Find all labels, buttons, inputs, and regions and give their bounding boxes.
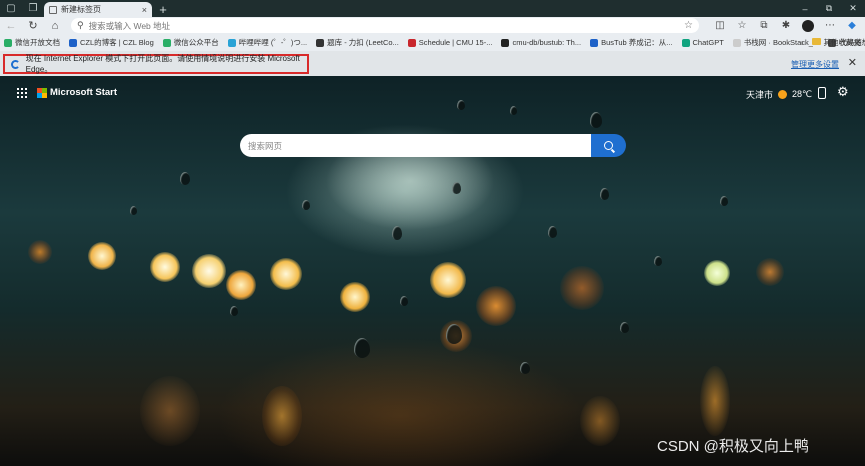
favorites-icon[interactable]: ☆ [731, 17, 753, 34]
toolbar-right-tools: ◫ ☆ ⧉ ✱ ⋯ ◆ [709, 17, 863, 34]
bookmark-item[interactable]: 哔哩哔哩 (゜-゜)つ... [227, 34, 307, 51]
settings-gear-icon[interactable]: ⚙ [837, 84, 849, 100]
browser-toolbar: ← ↻ ⌂ ⚲ 搜索或输入 Web 地址 ☆ ◫ ☆ ⧉ ✱ ⋯ ◆ [0, 17, 865, 34]
more-menu-icon[interactable]: ⋯ [819, 17, 841, 34]
search-icon: ⚲ [77, 20, 84, 30]
bookmark-item[interactable]: 题库 - 力扣 (LeetCo... [316, 34, 399, 51]
temperature-label: 28℃ [792, 89, 813, 99]
ie-mode-message-box: 现在 Internet Explorer 模式下打开此页面。请使用情境说明进行安… [3, 54, 309, 74]
search-icon [604, 141, 613, 150]
microsoft-logo-icon [37, 88, 47, 98]
profile-avatar[interactable] [802, 19, 814, 32]
bookmark-item[interactable]: BusTub 养成记：从... [590, 34, 673, 51]
home-button[interactable]: ⌂ [44, 17, 66, 34]
watermark: CSDN @积极又向上鸭 [657, 438, 809, 455]
tab-close-icon[interactable]: × [142, 5, 147, 15]
bookmark-favicon-icon [316, 38, 325, 47]
weather-widget[interactable]: 天津市 28℃ [746, 88, 812, 101]
bookmark-item[interactable]: ChatGPT [681, 34, 724, 51]
web-search-box: 搜索网页 [240, 134, 626, 157]
tab-title: 新建标签页 [61, 5, 101, 14]
split-screen-icon[interactable]: ◫ [709, 17, 731, 34]
bookmarks-overflow-button[interactable]: › [801, 38, 804, 47]
bookmark-favicon-icon [4, 38, 12, 47]
apps-waffle-icon[interactable] [17, 88, 27, 98]
close-window-button[interactable]: ✕ [841, 0, 865, 17]
bookmark-favicon-icon [501, 38, 510, 47]
tab-actions-icon[interactable]: ❐ [22, 0, 44, 17]
bookmark-item[interactable]: CZL的博客 | CZL Blog [69, 34, 154, 51]
web-search-input[interactable]: 搜索网页 [240, 134, 591, 157]
bookmark-favicon-icon [590, 38, 599, 47]
bookmark-item[interactable]: cmu-db/bustub: Th... [501, 34, 581, 51]
folder-icon [811, 38, 821, 45]
title-bar: ▢ ❐ 新建标签页 × + – ⧉ ✕ [0, 0, 865, 17]
tab-favicon-icon [49, 5, 57, 14]
bookmark-favicon-icon [69, 38, 77, 47]
ie-mode-infobar: 现在 Internet Explorer 模式下打开此页面。请使用情境说明进行安… [0, 51, 865, 76]
manage-settings-link[interactable]: 管理更多设置 [791, 59, 839, 70]
mobile-app-icon[interactable] [818, 87, 826, 99]
start-page: Microsoft Start 天津市 28℃ ⚙ 搜索网页 CSDN @积极又… [0, 76, 865, 466]
minimize-button[interactable]: – [793, 0, 817, 17]
window-controls: – ⧉ ✕ [793, 0, 865, 17]
maximize-button[interactable]: ⧉ [817, 0, 841, 17]
internet-explorer-icon [11, 59, 20, 69]
workspaces-icon[interactable]: ▢ [0, 0, 22, 17]
favorite-star-icon[interactable]: ☆ [684, 20, 693, 31]
bookmark-favicon-icon [162, 38, 171, 47]
sunny-icon [778, 90, 788, 99]
new-tab-button[interactable]: + [154, 2, 172, 17]
bookmark-item[interactable]: 微信公众平台 [162, 34, 219, 51]
search-submit-button[interactable] [591, 134, 626, 157]
collections-icon[interactable]: ⧉ [753, 17, 775, 34]
address-bar[interactable]: ⚲ 搜索或输入 Web 地址 ☆ [71, 18, 699, 33]
city-label: 天津市 [746, 90, 774, 100]
bookmarks-right: › 其他收藏夹 [801, 34, 861, 51]
refresh-button[interactable]: ↻ [22, 17, 44, 34]
back-button[interactable]: ← [0, 17, 22, 34]
bookmark-item[interactable]: Schedule | CMU 15-... [407, 34, 492, 51]
address-input[interactable]: 搜索或输入 Web 地址 [89, 20, 679, 32]
tab-new-tab[interactable]: 新建标签页 × [44, 2, 152, 17]
bookmark-favicon-icon [681, 38, 690, 47]
other-favorites-folder[interactable]: 其他收藏夹 [811, 37, 861, 48]
start-top-nav: Microsoft Start 天津市 28℃ ⚙ [0, 76, 865, 110]
bookmarks-bar: 微信开放文档 CZL的博客 | CZL Blog 微信公众平台 哔哩哔哩 (゜-… [0, 34, 865, 51]
bookmark-favicon-icon [227, 38, 236, 47]
brand-title[interactable]: Microsoft Start [50, 87, 117, 98]
extensions-icon[interactable]: ✱ [775, 17, 797, 34]
infobar-close-button[interactable]: ✕ [848, 56, 857, 69]
copilot-icon[interactable]: ◆ [841, 17, 863, 34]
bookmark-item[interactable]: 微信开放文档 [4, 34, 60, 51]
infobar-message: 现在 Internet Explorer 模式下打开此页面。请使用情境说明进行安… [25, 54, 300, 74]
bookmark-favicon-icon [732, 38, 741, 47]
bookmark-favicon-icon [407, 38, 416, 47]
